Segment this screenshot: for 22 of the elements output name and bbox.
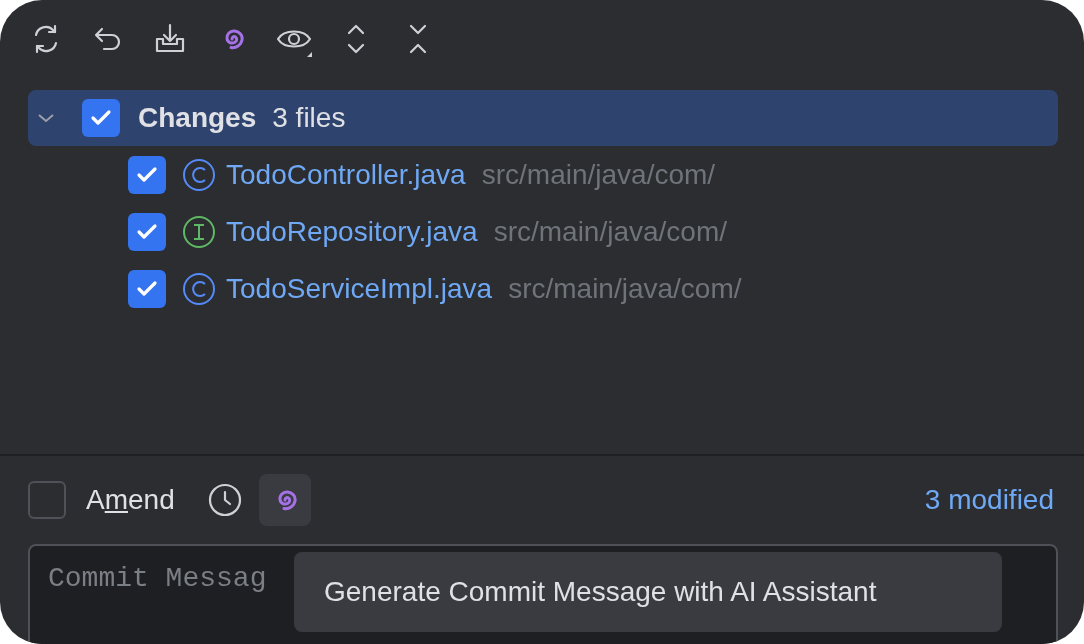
- modified-link[interactable]: 3 modified: [924, 479, 1054, 521]
- tree-row[interactable]: Changes 3 files: [28, 90, 1058, 146]
- file-path: src/main/java/com/: [508, 271, 742, 306]
- checkbox[interactable]: [28, 481, 66, 519]
- file-name[interactable]: TodoServiceImpl.java: [226, 267, 493, 310]
- clock-icon: [206, 482, 243, 518]
- class-icon: [182, 271, 216, 306]
- checkbox[interactable]: [128, 155, 166, 194]
- ai-button[interactable]: [258, 474, 311, 526]
- checkbox[interactable]: [128, 212, 166, 251]
- group-title: Changes: [138, 101, 257, 135]
- file-count: 3 files: [272, 101, 346, 135]
- class-icon: [182, 157, 216, 192]
- file-path: src/main/java/com/: [481, 157, 716, 192]
- file-path: src/main/java/com/: [493, 214, 728, 249]
- amend-label[interactable]: Amend: [86, 479, 175, 521]
- file-name[interactable]: TodoRepository.java: [226, 210, 478, 253]
- checkbox[interactable]: [128, 269, 166, 308]
- file-name[interactable]: TodoController.java: [226, 153, 466, 196]
- tooltip: Generate Commit Message with AI Assistant: [294, 552, 1002, 632]
- checkbox[interactable]: [82, 99, 120, 137]
- interface-icon: [182, 214, 216, 249]
